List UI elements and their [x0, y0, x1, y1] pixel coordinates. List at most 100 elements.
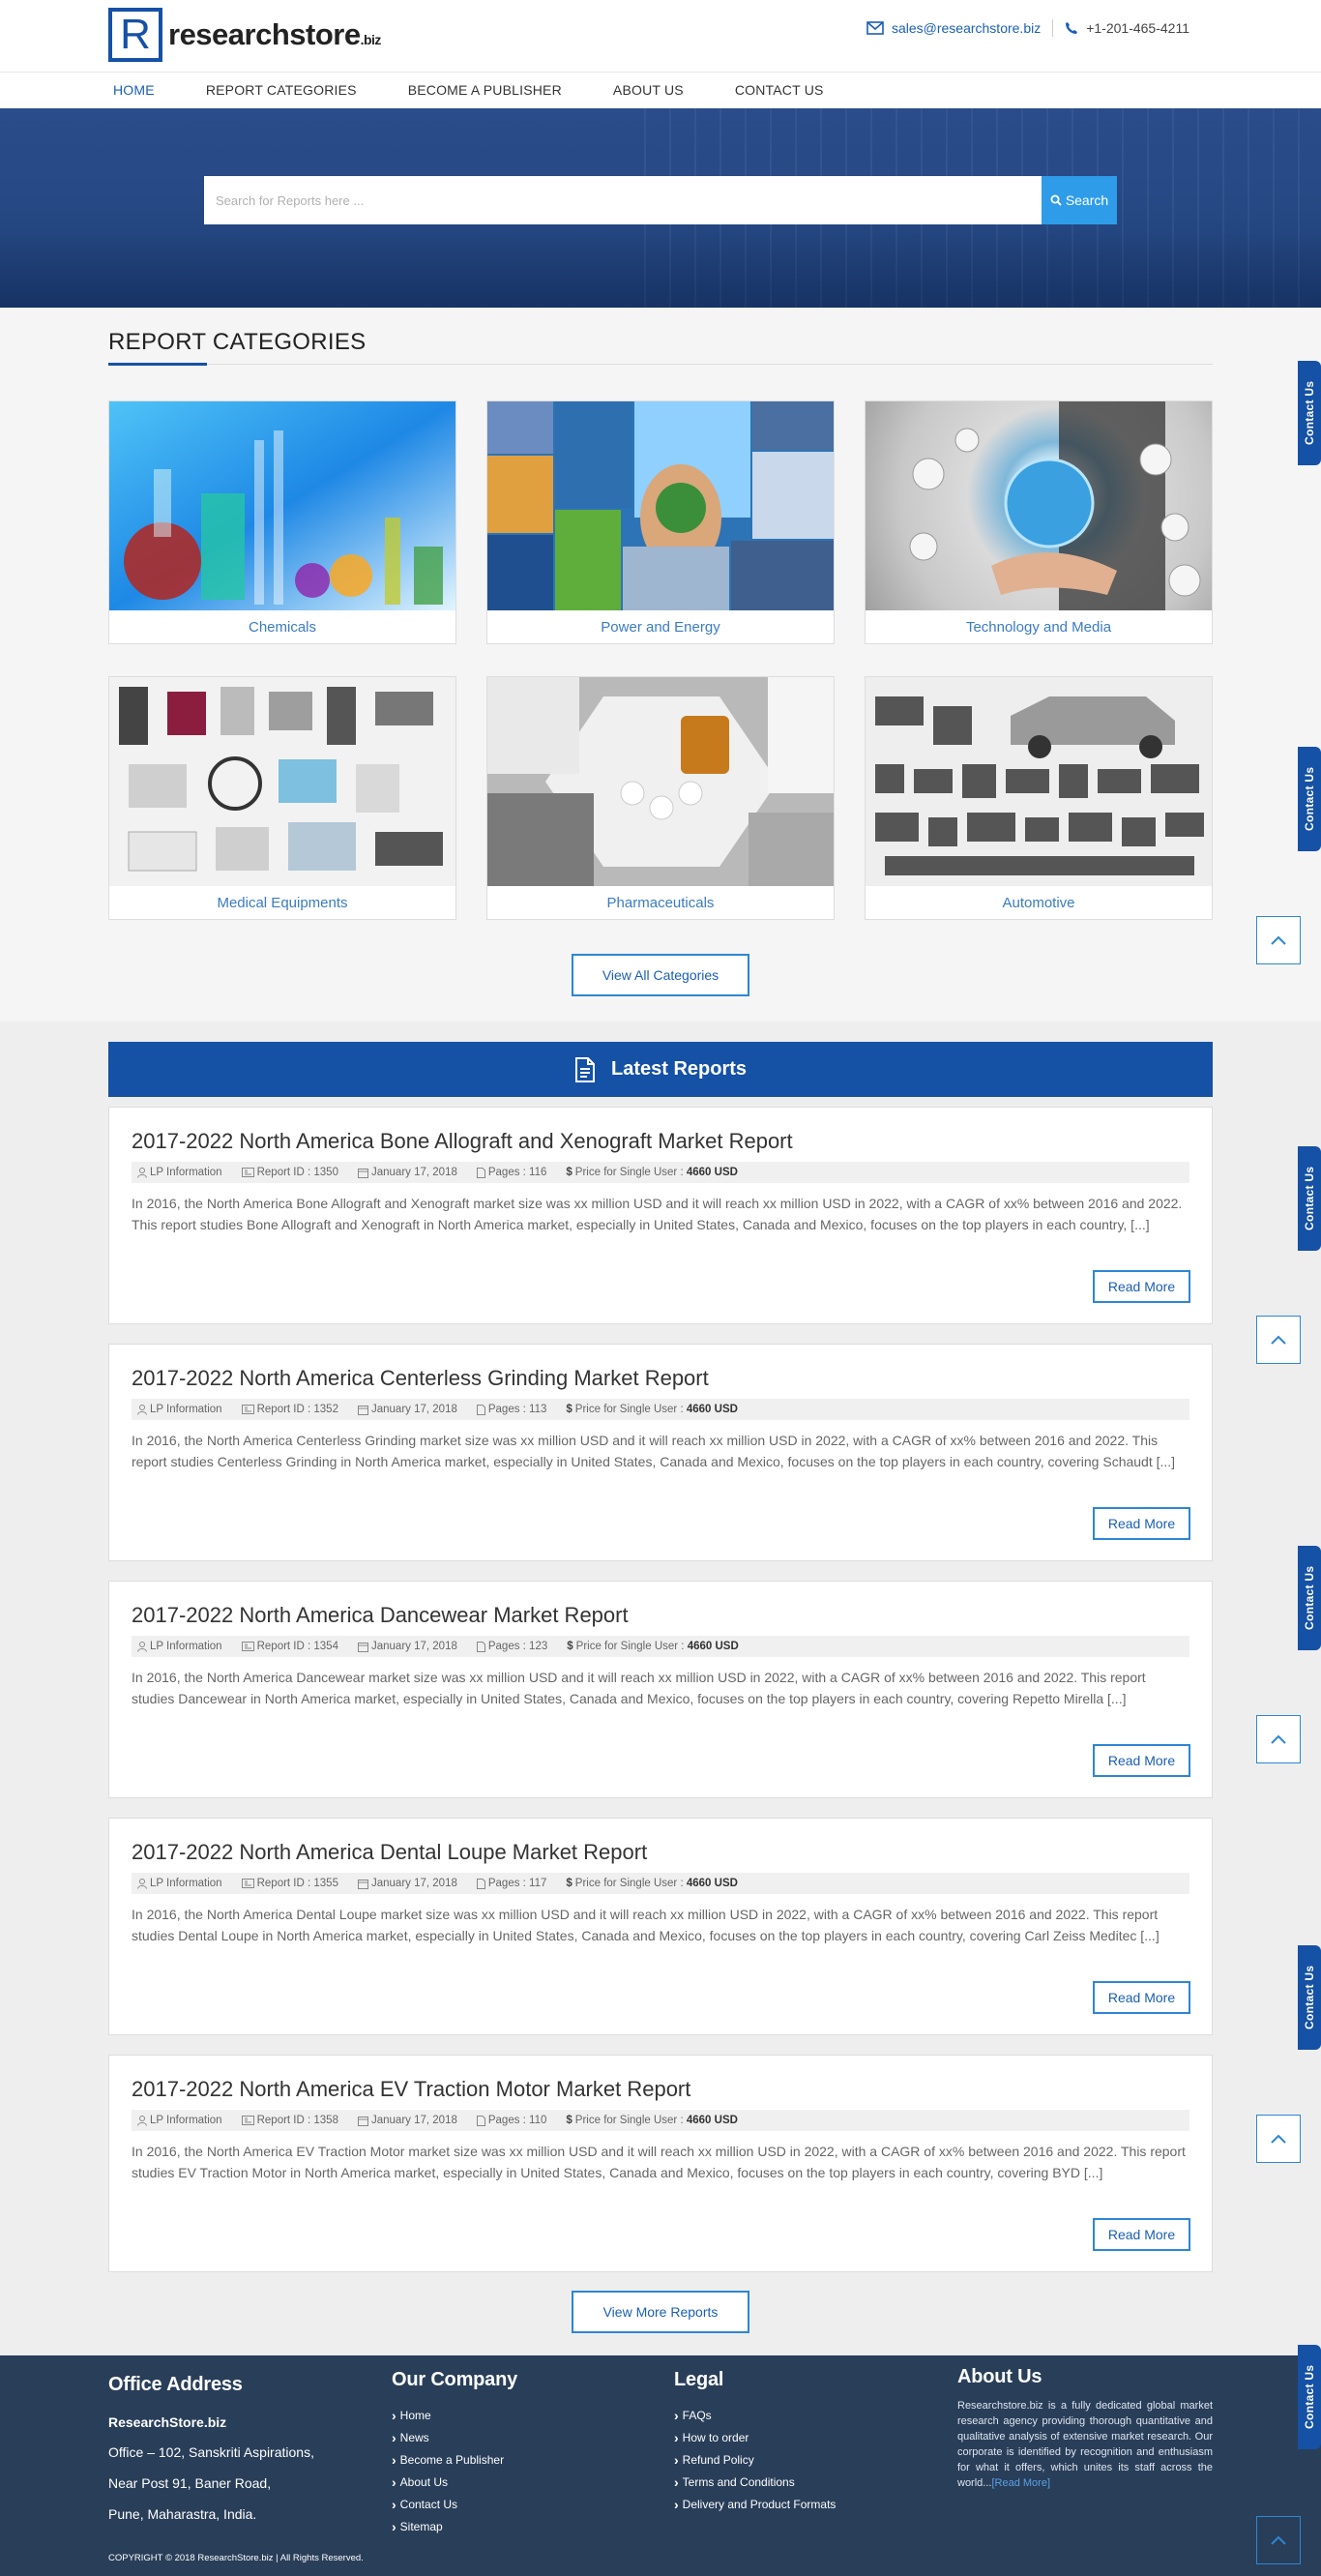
read-more-button[interactable]: Read More	[1093, 1744, 1190, 1777]
report-meta: LP Information Report ID : 1354 January …	[132, 1636, 1189, 1657]
view-all-categories-button[interactable]: View All Categories	[572, 954, 749, 996]
site-header: R researchstore.biz sales@researchstore.…	[0, 0, 1321, 108]
price-value: 4660 USD	[686, 1878, 738, 1889]
header-phone[interactable]: +1-201-465-4211	[1065, 20, 1189, 36]
car-parts-illustration	[875, 696, 1204, 875]
footer-legal-title: Legal	[674, 2369, 724, 2390]
calendar-icon	[357, 1642, 368, 1652]
report-date-text: January 17, 2018	[370, 1167, 457, 1178]
calendar-icon	[357, 1405, 368, 1415]
nav-contact-us[interactable]: CONTACT US	[735, 82, 824, 98]
calendar-icon	[357, 2116, 368, 2126]
contact-us-tab[interactable]: Contact Us	[1298, 361, 1321, 465]
logo-mark: R	[108, 8, 162, 62]
report-title[interactable]: 2017-2022 North America EV Traction Moto…	[132, 2077, 690, 2102]
pharmaceuticals-image	[487, 677, 834, 886]
category-card-pharmaceuticals[interactable]: Pharmaceuticals	[486, 676, 835, 920]
footer-link-how-to-order[interactable]: How to order	[674, 2427, 836, 2449]
report-title[interactable]: 2017-2022 North America Dental Loupe Mar…	[132, 1840, 647, 1865]
report-date-text: January 17, 2018	[370, 1641, 457, 1652]
report-title[interactable]: 2017-2022 North America Centerless Grind…	[132, 1366, 709, 1391]
contact-us-tab[interactable]: Contact Us	[1298, 747, 1321, 851]
category-grid: Chemicals Power and Energy Technology an…	[108, 400, 1213, 920]
nav-about-us[interactable]: ABOUT US	[613, 82, 684, 98]
search-input[interactable]	[204, 176, 1042, 224]
footer-link-sitemap[interactable]: Sitemap	[392, 2516, 517, 2538]
header-email-link[interactable]: sales@researchstore.biz	[866, 20, 1041, 36]
footer-link-refund-policy[interactable]: Refund Policy	[674, 2449, 836, 2472]
footer-about-us: About Us Researchstore.biz is a fully de…	[957, 2366, 1213, 2491]
search-button[interactable]: Search	[1042, 176, 1117, 224]
scroll-to-top-button[interactable]	[1256, 2516, 1301, 2564]
category-card-medical-equipments[interactable]: Medical Equipments	[108, 676, 456, 920]
chevron-up-icon	[1271, 1335, 1286, 1345]
report-pages-text: Pages : 117	[487, 1878, 547, 1889]
footer-link-news[interactable]: News	[392, 2427, 517, 2449]
footer-company-title: Our Company	[392, 2369, 518, 2390]
site-logo[interactable]: R researchstore.biz	[108, 8, 381, 62]
footer-link-about-us[interactable]: About Us	[392, 2472, 517, 2494]
report-id-text: Report ID : 1352	[256, 1404, 338, 1415]
report-id-text: Report ID : 1358	[256, 2115, 338, 2126]
envelope-icon	[866, 21, 884, 35]
report-description: In 2016, the North America Centerless Gr…	[132, 1433, 1176, 1469]
footer-about-read-more[interactable]: [Read More]	[991, 2477, 1050, 2489]
contact-us-tab[interactable]: Contact Us	[1298, 1146, 1321, 1251]
category-card-automotive[interactable]: Automotive	[865, 676, 1213, 920]
read-more-button[interactable]: Read More	[1093, 1981, 1190, 2014]
publisher-text: LP Information	[150, 2115, 222, 2126]
contact-us-tab[interactable]: Contact Us	[1298, 1945, 1321, 2050]
category-card-power-energy[interactable]: Power and Energy	[486, 400, 835, 644]
footer-link-delivery-formats[interactable]: Delivery and Product Formats	[674, 2494, 837, 2516]
footer-our-company: Our Company Home News Become a Publisher…	[392, 2369, 517, 2538]
report-title[interactable]: 2017-2022 North America Bone Allograft a…	[132, 1129, 793, 1154]
price-label: Price for Single User :	[574, 2115, 684, 2126]
footer-link-become-publisher[interactable]: Become a Publisher	[392, 2449, 517, 2472]
footer-link-faqs[interactable]: FAQs	[674, 2405, 836, 2427]
user-icon	[137, 1404, 147, 1415]
footer-link-contact-us[interactable]: Contact Us	[392, 2494, 517, 2516]
category-card-technology-media[interactable]: Technology and Media	[865, 400, 1213, 644]
calendar-icon	[357, 1879, 368, 1889]
scroll-to-top-button[interactable]	[1256, 916, 1301, 964]
hero-banner: Search	[0, 108, 1321, 308]
chevron-up-icon	[1271, 1734, 1286, 1744]
dollar-icon: $	[566, 1878, 572, 1889]
report-description: In 2016, the North America Dancewear mar…	[132, 1670, 1146, 1706]
nav-become-publisher[interactable]: BECOME A PUBLISHER	[408, 82, 562, 98]
logo-tld: .biz	[360, 32, 382, 47]
dollar-icon: $	[566, 2115, 572, 2126]
footer-legal: Legal FAQs How to order Refund Policy Te…	[674, 2369, 836, 2516]
nav-report-categories[interactable]: REPORT CATEGORIES	[206, 82, 357, 98]
footer-link-terms[interactable]: Terms and Conditions	[674, 2472, 836, 2494]
nav-home[interactable]: HOME	[113, 82, 155, 98]
file-icon	[476, 1404, 485, 1415]
file-icon	[476, 1641, 485, 1652]
contact-us-tab[interactable]: Contact Us	[1298, 1546, 1321, 1650]
read-more-button[interactable]: Read More	[1093, 1507, 1190, 1540]
report-title[interactable]: 2017-2022 North America Dancewear Market…	[132, 1603, 629, 1628]
price-value: 4660 USD	[686, 1167, 738, 1178]
logo-letter: R	[120, 11, 151, 58]
search-bar: Search	[204, 176, 1117, 224]
view-more-reports-button[interactable]: View More Reports	[572, 2291, 749, 2333]
nav-list: HOME REPORT CATEGORIES BECOME A PUBLISHE…	[113, 82, 875, 98]
category-card-chemicals[interactable]: Chemicals	[108, 400, 456, 644]
publisher-text: LP Information	[150, 1878, 222, 1889]
footer-address-line: Pune, Maharastra, India.	[108, 2506, 257, 2522]
footer-link-home[interactable]: Home	[392, 2405, 517, 2427]
scroll-to-top-button[interactable]	[1256, 2115, 1301, 2163]
footer-office-title: Office Address	[108, 2374, 243, 2395]
report-pages: Pages : 113	[476, 1404, 546, 1415]
scroll-to-top-button[interactable]	[1256, 1715, 1301, 1763]
contact-us-tab[interactable]: Contact Us	[1298, 2345, 1321, 2449]
footer-about-title: About Us	[957, 2366, 1042, 2387]
scroll-to-top-button[interactable]	[1256, 1316, 1301, 1364]
report-date-text: January 17, 2018	[370, 2115, 457, 2126]
read-more-button[interactable]: Read More	[1093, 2218, 1190, 2251]
calendar-icon	[357, 1168, 368, 1178]
power-energy-image	[487, 401, 834, 610]
automotive-image	[866, 677, 1212, 886]
read-more-button[interactable]: Read More	[1093, 1270, 1190, 1303]
file-icon	[476, 1167, 485, 1178]
